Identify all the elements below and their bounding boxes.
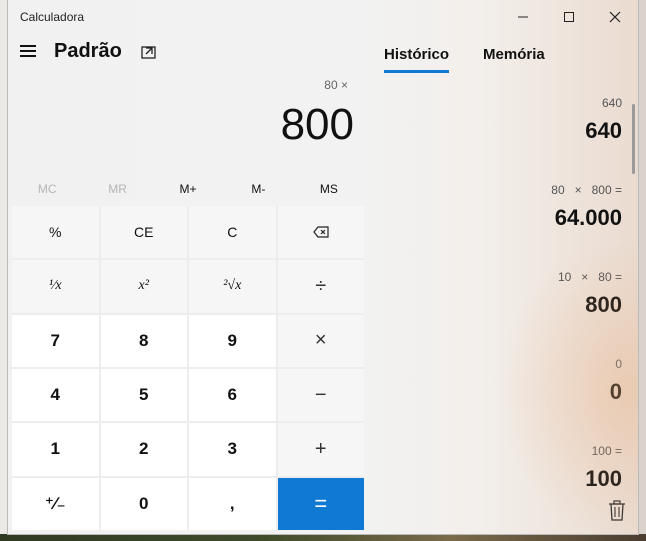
calculator-window: Calculadora Padrão 80 × 800 MC MR M+ M- …	[8, 0, 638, 534]
keep-on-top-icon	[141, 46, 156, 59]
clear-entry-button[interactable]: CE	[100, 206, 187, 259]
history-list: 640 640 80 × 800 = 64.000 10 × 80 = 800 …	[408, 92, 622, 527]
digit-7-button[interactable]: 7	[12, 314, 99, 367]
history-expression: 0	[615, 357, 622, 371]
multiply-button[interactable]: ×	[277, 314, 364, 367]
percent-button[interactable]: %	[12, 206, 99, 259]
reciprocal-label: ¹⁄x	[48, 278, 62, 294]
equals-button[interactable]: =	[277, 477, 364, 530]
title-bar: Calculadora	[8, 0, 638, 34]
history-result: 64.000	[554, 205, 622, 230]
memory-add-button[interactable]: M+	[153, 176, 223, 202]
square-root-button[interactable]: ²√x	[189, 260, 276, 313]
memory-clear-button[interactable]: MC	[12, 176, 82, 202]
history-result: 800	[585, 292, 622, 317]
square-label: x²	[138, 278, 149, 294]
digit-5-button[interactable]: 5	[100, 368, 187, 422]
history-result: 0	[609, 379, 622, 404]
digit-4-button[interactable]: 4	[12, 368, 99, 422]
history-item[interactable]: 0 0	[408, 353, 622, 440]
subtract-button[interactable]: −	[277, 368, 364, 422]
history-item[interactable]: 10 × 80 = 800	[408, 266, 622, 353]
add-button[interactable]: +	[277, 423, 364, 476]
history-item[interactable]: 80 × 800 = 64.000	[408, 179, 622, 266]
history-expression: 80 × 800 =	[551, 183, 622, 197]
expression-display: 80 ×	[324, 78, 348, 92]
digit-0-button[interactable]: 0	[100, 477, 187, 530]
memory-store-button[interactable]: MS	[294, 176, 364, 202]
keep-on-top-button[interactable]	[140, 44, 158, 62]
close-icon	[609, 11, 621, 23]
hamburger-icon	[16, 45, 40, 57]
memory-subtract-button[interactable]: M-	[223, 176, 293, 202]
history-expression: 100 =	[591, 444, 622, 458]
digit-8-button[interactable]: 8	[100, 314, 187, 367]
history-result: 100	[585, 466, 622, 491]
history-result: 640	[585, 118, 622, 143]
desktop-background-bottom	[0, 534, 646, 541]
history-scrollbar[interactable]	[632, 104, 635, 174]
tab-memory[interactable]: Memória	[483, 46, 545, 73]
maximize-button[interactable]	[546, 0, 592, 34]
app-title: Calculadora	[20, 10, 85, 24]
memory-bar: MC MR M+ M- MS	[12, 176, 364, 202]
digit-2-button[interactable]: 2	[100, 423, 187, 476]
history-item[interactable]: 640 640	[408, 92, 622, 179]
menu-button[interactable]	[16, 42, 40, 66]
square-root-label: ²√x	[223, 278, 242, 294]
trash-icon	[609, 500, 625, 521]
digit-1-button[interactable]: 1	[12, 423, 99, 476]
maximize-icon	[564, 12, 574, 22]
negate-button[interactable]: ⁺∕₋	[12, 477, 99, 530]
close-button[interactable]	[592, 0, 638, 34]
memory-recall-button[interactable]: MR	[82, 176, 152, 202]
reciprocal-button[interactable]: ¹⁄x	[12, 260, 99, 313]
side-panel-tabs: Histórico Memória	[384, 46, 545, 73]
digit-6-button[interactable]: 6	[189, 368, 276, 422]
clear-history-button[interactable]	[608, 500, 626, 522]
digit-3-button[interactable]: 3	[189, 423, 276, 476]
keypad: % CE C ¹⁄x x² ²√x ÷ 7 8 9 × 4 5 6 − 1 2 …	[12, 206, 364, 530]
square-button[interactable]: x²	[100, 260, 187, 313]
decimal-button[interactable]: ,	[189, 477, 276, 530]
divide-button[interactable]: ÷	[277, 260, 364, 313]
history-expression: 640	[601, 96, 622, 110]
minimize-icon	[518, 16, 528, 18]
tab-history[interactable]: Histórico	[384, 46, 450, 73]
history-expression: 10 × 80 =	[557, 270, 622, 284]
clear-button[interactable]: C	[189, 206, 276, 259]
result-display: 800	[280, 100, 354, 149]
history-item[interactable]: 100 = 100	[408, 440, 622, 527]
mode-title: Padrão	[54, 40, 122, 62]
digit-9-button[interactable]: 9	[189, 314, 276, 367]
minimize-button[interactable]	[500, 0, 546, 34]
backspace-icon	[312, 226, 329, 238]
backspace-button[interactable]	[277, 206, 364, 259]
